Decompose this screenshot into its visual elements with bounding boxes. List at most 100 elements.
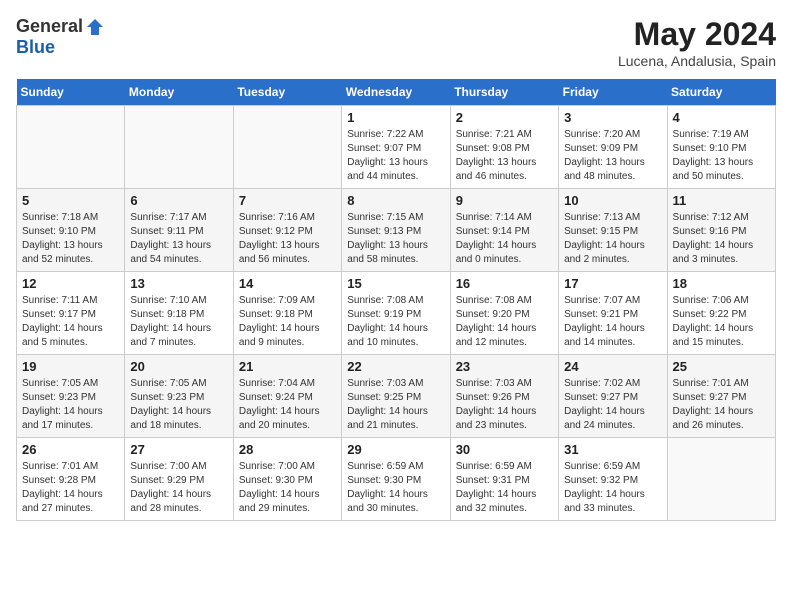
- day-number: 1: [347, 110, 444, 125]
- day-info: Sunrise: 7:00 AMSunset: 9:29 PMDaylight:…: [130, 460, 227, 516]
- calendar-day-cell: 4 Sunrise: 7:19 AMSunset: 9:10 PMDaylight…: [667, 106, 775, 189]
- page-header: General Blue May 2024 Lucena, Andalusia,…: [16, 16, 776, 69]
- title-area: May 2024 Lucena, Andalusia, Spain: [618, 16, 776, 69]
- logo-blue-text: Blue: [16, 37, 55, 58]
- day-info: Sunrise: 7:09 AMSunset: 9:18 PMDaylight:…: [239, 294, 336, 350]
- day-number: 20: [130, 359, 227, 374]
- calendar-day-cell: 5Sunrise: 7:18 AMSunset: 9:10 PMDaylight…: [17, 189, 125, 272]
- calendar-day-cell: 14 Sunrise: 7:09 AMSunset: 9:18 PMDayligh…: [233, 272, 341, 355]
- day-info: Sunrise: 7:05 AMSunset: 9:23 PMDaylight:…: [130, 377, 227, 433]
- day-number: 2: [456, 110, 553, 125]
- calendar-day-cell: 15 Sunrise: 7:08 AMSunset: 9:19 PMDayligh…: [342, 272, 450, 355]
- day-info: Sunrise: 6:59 AMSunset: 9:31 PMDaylight:…: [456, 460, 553, 516]
- day-number: 26: [22, 442, 119, 457]
- calendar-day-cell: 12Sunrise: 7:11 AMSunset: 9:17 PMDayligh…: [17, 272, 125, 355]
- day-info: Sunrise: 7:16 AMSunset: 9:12 PMDaylight:…: [239, 211, 336, 267]
- weekday-header-friday: Friday: [559, 79, 667, 106]
- calendar-day-cell: [233, 106, 341, 189]
- weekday-header-sunday: Sunday: [17, 79, 125, 106]
- weekday-header-thursday: Thursday: [450, 79, 558, 106]
- day-number: 17: [564, 276, 661, 291]
- day-info: Sunrise: 7:17 AMSunset: 9:11 PMDaylight:…: [130, 211, 227, 267]
- day-number: 13: [130, 276, 227, 291]
- day-info: Sunrise: 7:18 AMSunset: 9:10 PMDaylight:…: [22, 211, 119, 267]
- day-number: 19: [22, 359, 119, 374]
- calendar-day-cell: 17 Sunrise: 7:07 AMSunset: 9:21 PMDayligh…: [559, 272, 667, 355]
- weekday-header-row: SundayMondayTuesdayWednesdayThursdayFrid…: [17, 79, 776, 106]
- calendar-week-row: 12Sunrise: 7:11 AMSunset: 9:17 PMDayligh…: [17, 272, 776, 355]
- day-info: Sunrise: 7:06 AMSunset: 9:22 PMDaylight:…: [673, 294, 770, 350]
- day-number: 24: [564, 359, 661, 374]
- weekday-header-monday: Monday: [125, 79, 233, 106]
- calendar-day-cell: 27Sunrise: 7:00 AMSunset: 9:29 PMDayligh…: [125, 438, 233, 521]
- day-info: Sunrise: 7:08 AMSunset: 9:20 PMDaylight:…: [456, 294, 553, 350]
- calendar-day-cell: 7Sunrise: 7:16 AMSunset: 9:12 PMDaylight…: [233, 189, 341, 272]
- calendar-day-cell: 3Sunrise: 7:20 AMSunset: 9:09 PMDaylight…: [559, 106, 667, 189]
- calendar-day-cell: 29Sunrise: 6:59 AMSunset: 9:30 PMDayligh…: [342, 438, 450, 521]
- calendar-day-cell: 28 Sunrise: 7:00 AMSunset: 9:30 PMDayligh…: [233, 438, 341, 521]
- calendar-day-cell: 22 Sunrise: 7:03 AMSunset: 9:25 PMDayligh…: [342, 355, 450, 438]
- day-info: Sunrise: 7:07 AMSunset: 9:21 PMDaylight:…: [564, 294, 661, 350]
- day-info: Sunrise: 7:02 AMSunset: 9:27 PMDaylight:…: [564, 377, 661, 433]
- day-number: 16: [456, 276, 553, 291]
- day-number: 11: [673, 193, 770, 208]
- logo-icon: [85, 17, 105, 37]
- day-info: Sunrise: 7:00 AMSunset: 9:30 PMDaylight:…: [239, 460, 336, 516]
- calendar-table: SundayMondayTuesdayWednesdayThursdayFrid…: [16, 79, 776, 521]
- day-info: Sunrise: 7:14 AMSunset: 9:14 PMDaylight:…: [456, 211, 553, 267]
- calendar-day-cell: 16 Sunrise: 7:08 AMSunset: 9:20 PMDayligh…: [450, 272, 558, 355]
- day-number: 4: [673, 110, 770, 125]
- day-info: Sunrise: 7:03 AMSunset: 9:25 PMDaylight:…: [347, 377, 444, 433]
- calendar-day-cell: [125, 106, 233, 189]
- day-number: 8: [347, 193, 444, 208]
- day-number: 30: [456, 442, 553, 457]
- day-info: Sunrise: 7:22 AMSunset: 9:07 PMDaylight:…: [347, 128, 444, 184]
- day-number: 22: [347, 359, 444, 374]
- day-info: Sunrise: 7:11 AMSunset: 9:17 PMDaylight:…: [22, 294, 119, 350]
- calendar-day-cell: 18 Sunrise: 7:06 AMSunset: 9:22 PMDayligh…: [667, 272, 775, 355]
- calendar-day-cell: 9 Sunrise: 7:14 AMSunset: 9:14 PMDaylight…: [450, 189, 558, 272]
- day-info: Sunrise: 7:08 AMSunset: 9:19 PMDaylight:…: [347, 294, 444, 350]
- calendar-day-cell: [17, 106, 125, 189]
- day-number: 10: [564, 193, 661, 208]
- calendar-week-row: 19 Sunrise: 7:05 AMSunset: 9:23 PMDayligh…: [17, 355, 776, 438]
- day-info: Sunrise: 7:21 AMSunset: 9:08 PMDaylight:…: [456, 128, 553, 184]
- day-info: Sunrise: 6:59 AMSunset: 9:30 PMDaylight:…: [347, 460, 444, 516]
- day-info: Sunrise: 7:03 AMSunset: 9:26 PMDaylight:…: [456, 377, 553, 433]
- month-year-title: May 2024: [618, 16, 776, 53]
- calendar-day-cell: 23 Sunrise: 7:03 AMSunset: 9:26 PMDayligh…: [450, 355, 558, 438]
- calendar-day-cell: 20 Sunrise: 7:05 AMSunset: 9:23 PMDayligh…: [125, 355, 233, 438]
- calendar-day-cell: 24 Sunrise: 7:02 AMSunset: 9:27 PMDayligh…: [559, 355, 667, 438]
- logo-general-text: General: [16, 16, 83, 37]
- day-info: Sunrise: 7:04 AMSunset: 9:24 PMDaylight:…: [239, 377, 336, 433]
- weekday-header-tuesday: Tuesday: [233, 79, 341, 106]
- calendar-day-cell: 11 Sunrise: 7:12 AMSunset: 9:16 PMDayligh…: [667, 189, 775, 272]
- day-number: 28: [239, 442, 336, 457]
- calendar-day-cell: 2 Sunrise: 7:21 AMSunset: 9:08 PMDaylight…: [450, 106, 558, 189]
- calendar-day-cell: 31Sunrise: 6:59 AMSunset: 9:32 PMDayligh…: [559, 438, 667, 521]
- calendar-week-row: 26Sunrise: 7:01 AMSunset: 9:28 PMDayligh…: [17, 438, 776, 521]
- calendar-day-cell: 19Sunrise: 7:05 AMSunset: 9:23 PMDayligh…: [17, 355, 125, 438]
- day-number: 15: [347, 276, 444, 291]
- day-number: 9: [456, 193, 553, 208]
- calendar-day-cell: 8 Sunrise: 7:15 AMSunset: 9:13 PMDaylight…: [342, 189, 450, 272]
- day-number: 6: [130, 193, 227, 208]
- calendar-day-cell: 25Sunrise: 7:01 AMSunset: 9:27 PMDayligh…: [667, 355, 775, 438]
- calendar-day-cell: 13 Sunrise: 7:10 AMSunset: 9:18 PMDayligh…: [125, 272, 233, 355]
- day-number: 21: [239, 359, 336, 374]
- calendar-week-row: 1 Sunrise: 7:22 AMSunset: 9:07 PMDaylight…: [17, 106, 776, 189]
- calendar-day-cell: 10 Sunrise: 7:13 AMSunset: 9:15 PMDayligh…: [559, 189, 667, 272]
- day-info: Sunrise: 7:19 AMSunset: 9:10 PMDaylight:…: [673, 128, 770, 184]
- day-info: Sunrise: 7:15 AMSunset: 9:13 PMDaylight:…: [347, 211, 444, 267]
- day-info: Sunrise: 7:13 AMSunset: 9:15 PMDaylight:…: [564, 211, 661, 267]
- calendar-day-cell: 6 Sunrise: 7:17 AMSunset: 9:11 PMDaylight…: [125, 189, 233, 272]
- calendar-day-cell: 26Sunrise: 7:01 AMSunset: 9:28 PMDayligh…: [17, 438, 125, 521]
- calendar-week-row: 5Sunrise: 7:18 AMSunset: 9:10 PMDaylight…: [17, 189, 776, 272]
- day-number: 23: [456, 359, 553, 374]
- weekday-header-wednesday: Wednesday: [342, 79, 450, 106]
- day-number: 14: [239, 276, 336, 291]
- calendar-day-cell: 21 Sunrise: 7:04 AMSunset: 9:24 PMDayligh…: [233, 355, 341, 438]
- day-info: Sunrise: 7:10 AMSunset: 9:18 PMDaylight:…: [130, 294, 227, 350]
- day-number: 18: [673, 276, 770, 291]
- day-info: Sunrise: 7:12 AMSunset: 9:16 PMDaylight:…: [673, 211, 770, 267]
